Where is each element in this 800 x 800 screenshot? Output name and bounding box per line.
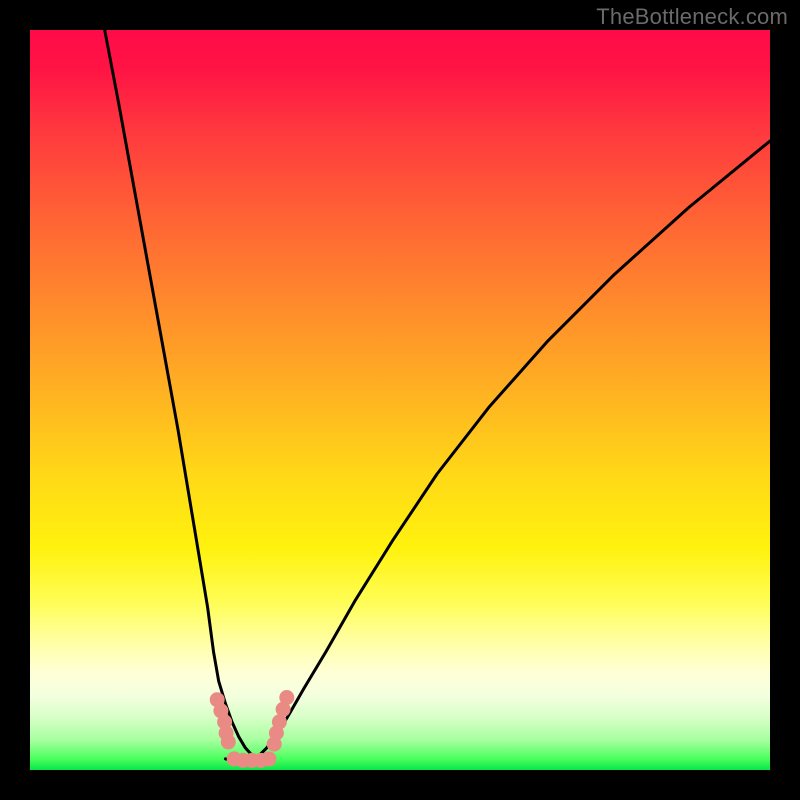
marker-dot [221,734,236,749]
curves-layer [30,30,770,770]
series-group [105,30,770,761]
series-left-curve [105,30,256,757]
marker-dot [272,714,287,729]
plot-area [30,30,770,770]
chart-container: TheBottleneck.com [0,0,800,800]
series-right-curve [256,141,770,757]
marker-dot [279,690,294,705]
watermark-text: TheBottleneck.com [596,4,788,30]
marker-dot [262,751,277,766]
markers-group [210,690,295,768]
